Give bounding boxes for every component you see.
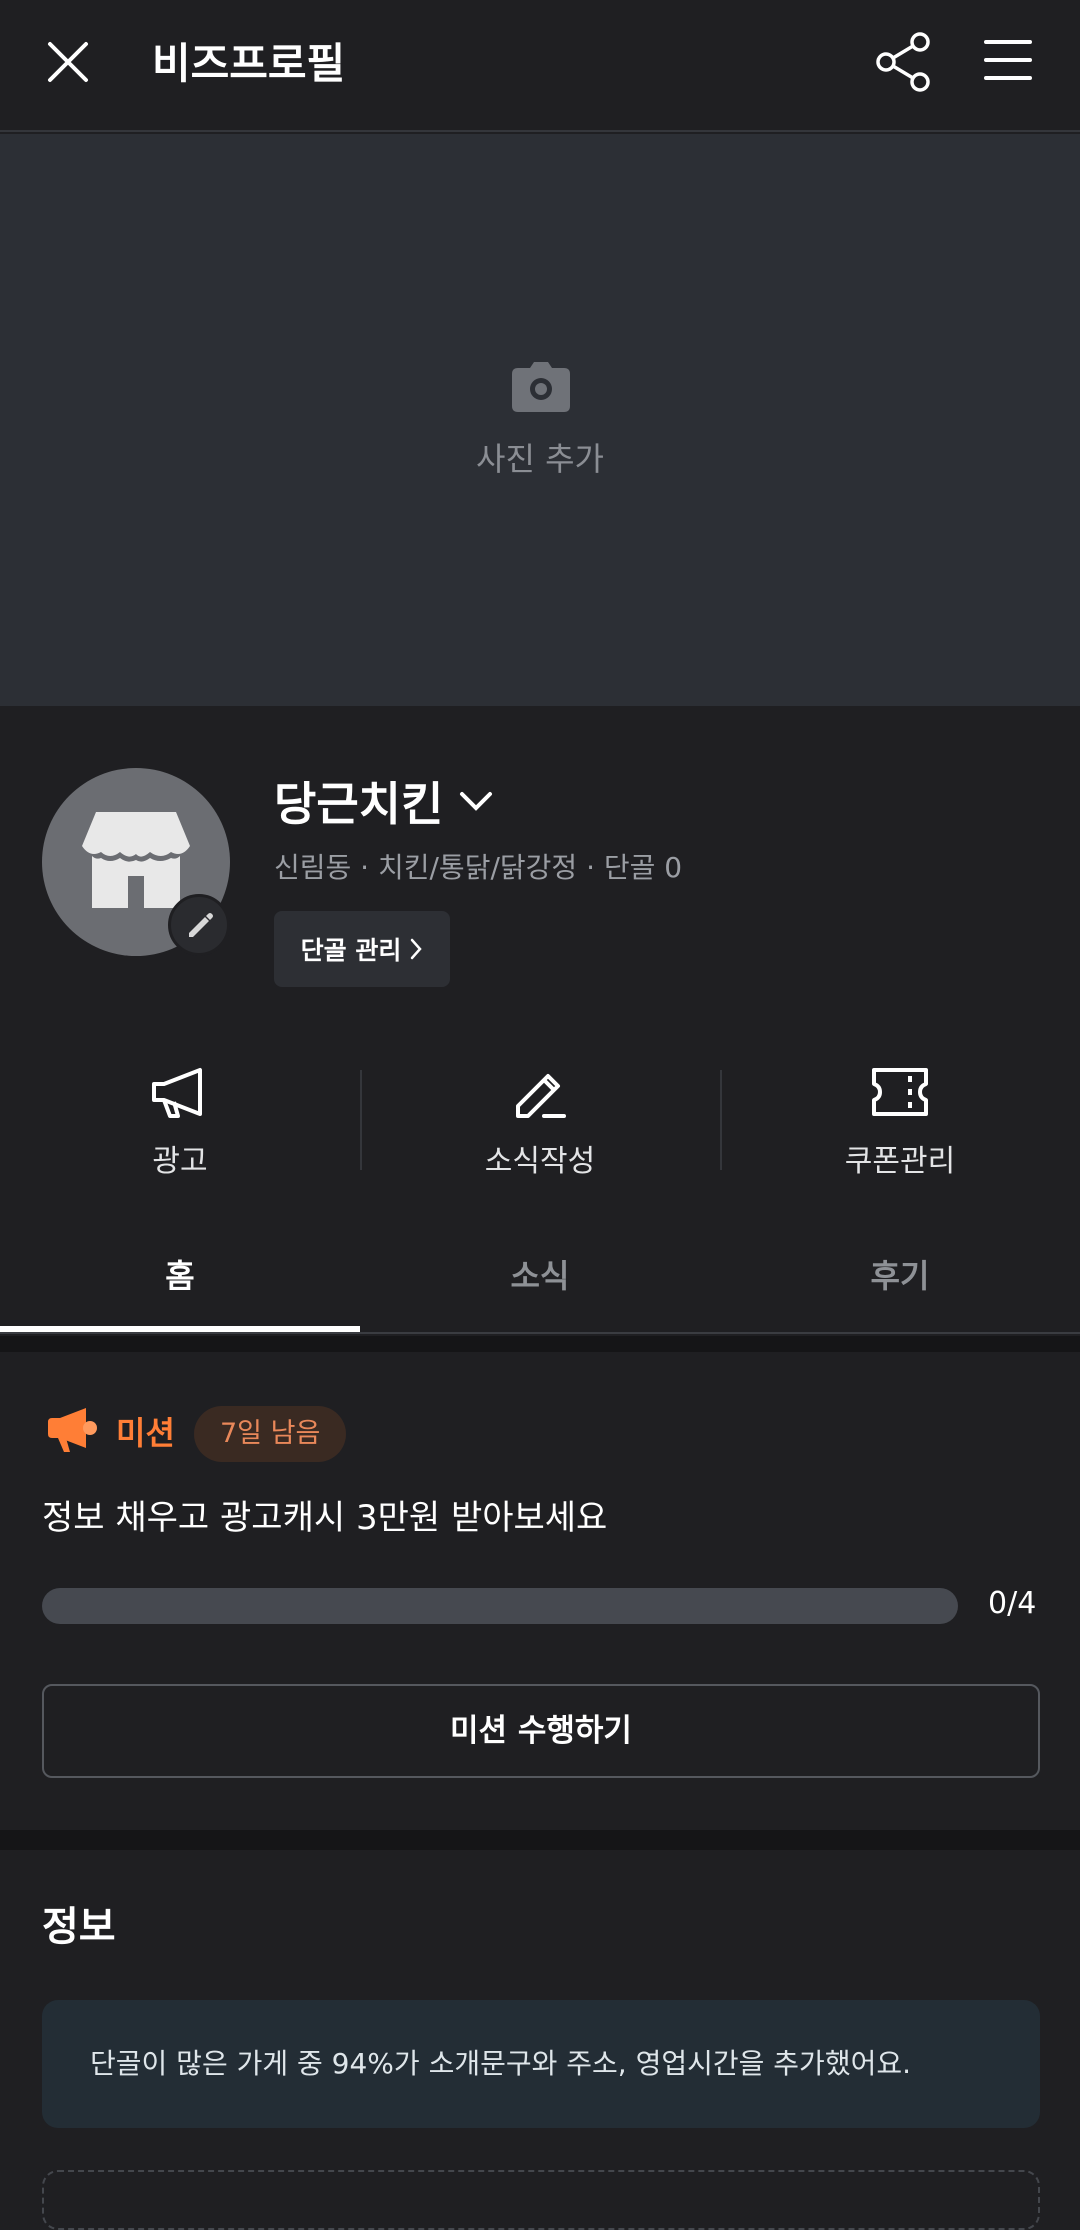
add-photo-label: 사진 추가 xyxy=(476,440,604,478)
megaphone-icon xyxy=(48,1408,97,1452)
mission-card: 미션 7일 남음 정보 채우고 광고캐시 3만원 받아보세요 0/4 미션 수행… xyxy=(0,1352,1080,1830)
tab-home[interactable]: 홈 xyxy=(0,1220,360,1332)
megaphone-icon xyxy=(152,1068,202,1118)
info-tip-banner: 단골이 많은 가게 중 94%가 소개문구와 주소, 영업시간을 추가했어요. xyxy=(42,2000,1040,2128)
tab-bar: 홈 소식 후기 xyxy=(0,1220,1080,1334)
edit-avatar-button[interactable] xyxy=(168,894,230,956)
cover-photo-area[interactable]: 사진 추가 xyxy=(0,134,1080,706)
info-section: 정보 단골이 많은 가게 중 94%가 소개문구와 주소, 영업시간을 추가했어… xyxy=(0,1850,1080,2230)
section-divider xyxy=(0,1336,1080,1352)
manage-regulars-label: 단골 관리 xyxy=(300,936,402,965)
info-title: 정보 xyxy=(42,1904,116,1950)
page-title: 비즈프로필 xyxy=(152,39,346,88)
top-bar: 비즈프로필 xyxy=(0,0,1080,132)
tab-news[interactable]: 소식 xyxy=(360,1220,720,1332)
quick-actions: 광고 소식작성 쿠폰관리 xyxy=(0,1040,1080,1200)
camera-icon xyxy=(512,362,570,412)
close-icon[interactable] xyxy=(42,36,94,88)
store-name[interactable]: 당근치킨 xyxy=(274,768,443,834)
profile-section: 당근치킨 신림동 · 치킨/통닭/닭강정 · 단골 0 단골 관리 xyxy=(0,706,1080,1016)
do-mission-button[interactable]: 미션 수행하기 xyxy=(42,1684,1040,1778)
ad-action-button[interactable]: 광고 xyxy=(0,1040,360,1200)
mission-progress-bar xyxy=(42,1588,958,1624)
mission-description: 정보 채우고 광고캐시 3만원 받아보세요 xyxy=(42,1498,608,1538)
store-meta: 신림동 · 치킨/통닭/닭강정 · 단골 0 xyxy=(274,851,683,884)
store-icon xyxy=(82,812,190,908)
coupon-manage-button[interactable]: 쿠폰관리 xyxy=(720,1040,1080,1200)
pencil-icon xyxy=(516,1074,566,1118)
tab-reviews[interactable]: 후기 xyxy=(720,1220,1080,1332)
write-news-label: 소식작성 xyxy=(484,1144,596,1179)
active-tab-indicator xyxy=(0,1326,360,1332)
coupon-manage-label: 쿠폰관리 xyxy=(844,1144,956,1179)
write-news-button[interactable]: 소식작성 xyxy=(360,1040,720,1200)
menu-icon[interactable] xyxy=(982,34,1034,86)
section-divider xyxy=(0,1830,1080,1850)
chevron-down-icon[interactable] xyxy=(456,788,496,814)
pencil-icon xyxy=(189,913,213,937)
mission-title: 미션 xyxy=(116,1414,175,1452)
time-left-badge: 7일 남음 xyxy=(194,1406,347,1462)
chevron-right-icon xyxy=(411,938,423,960)
avatar[interactable] xyxy=(42,768,230,956)
ad-action-label: 광고 xyxy=(152,1144,208,1179)
mission-progress-count: 0/4 xyxy=(988,1586,1037,1621)
manage-regulars-button[interactable]: 단골 관리 xyxy=(274,911,450,987)
add-info-placeholder[interactable] xyxy=(42,2170,1040,2230)
coupon-icon xyxy=(872,1068,928,1116)
share-icon[interactable] xyxy=(872,30,936,94)
